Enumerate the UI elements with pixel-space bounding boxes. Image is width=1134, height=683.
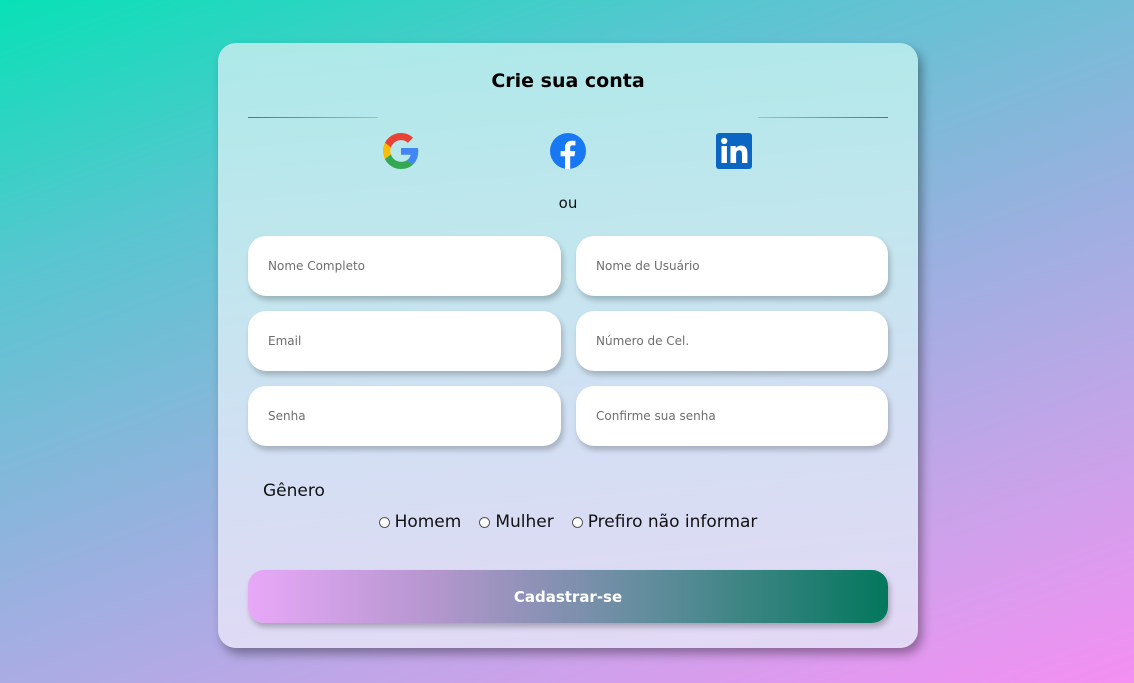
or-separator: ou: [558, 194, 578, 212]
gender-radio-group: Homem Mulher Prefiro não informar: [218, 512, 918, 532]
email-input[interactable]: [248, 311, 561, 371]
phone-input[interactable]: [576, 311, 888, 371]
gender-option-homem[interactable]: Homem: [378, 512, 462, 532]
signup-button[interactable]: Cadastrar-se: [248, 570, 888, 623]
gender-option-label: Mulher: [495, 512, 554, 532]
gender-option-nao-informar[interactable]: Prefiro não informar: [571, 512, 758, 532]
gender-label: Gênero: [263, 481, 325, 501]
signup-card: Crie sua conta ou Gênero: [218, 43, 918, 648]
username-input[interactable]: [576, 236, 888, 296]
facebook-icon[interactable]: [550, 133, 586, 169]
confirm-password-input[interactable]: [576, 386, 888, 446]
gender-option-mulher[interactable]: Mulher: [479, 512, 554, 532]
gender-option-label: Prefiro não informar: [587, 512, 758, 532]
linkedin-icon[interactable]: [716, 133, 752, 169]
divider-left: [248, 117, 378, 118]
radio-button-mulher[interactable]: [479, 516, 491, 528]
form-title: Crie sua conta: [491, 70, 645, 92]
google-icon[interactable]: [383, 133, 419, 169]
password-input[interactable]: [248, 386, 561, 446]
radio-button-nao-informar[interactable]: [571, 516, 583, 528]
radio-button-homem[interactable]: [378, 516, 390, 528]
gender-option-label: Homem: [394, 512, 462, 532]
full-name-input[interactable]: [248, 236, 561, 296]
divider-right: [758, 117, 888, 118]
